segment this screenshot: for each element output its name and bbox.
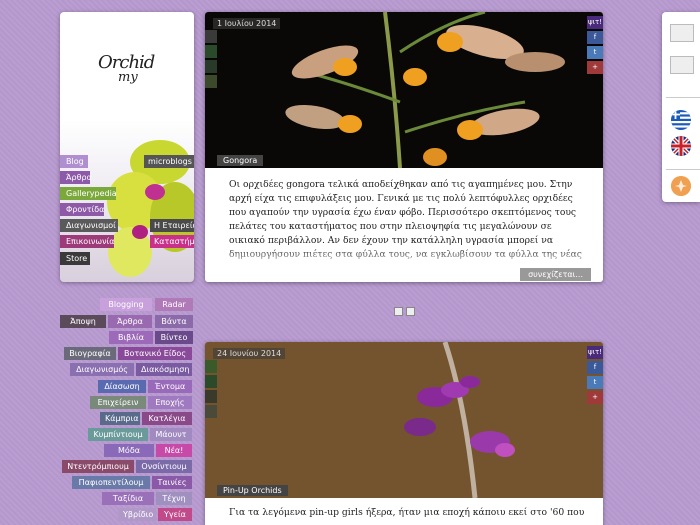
tag-link[interactable]: Τέχνη	[156, 492, 192, 505]
post-side-tabs	[205, 30, 217, 90]
nav-item[interactable]: Φροντίδα	[60, 203, 104, 216]
side-tab[interactable]	[205, 360, 217, 373]
tag-link[interactable]: Ονσίντιουμ	[136, 460, 192, 473]
twitter-icon[interactable]: t	[587, 376, 603, 389]
tag-link[interactable]: Κατλέγια	[142, 412, 192, 425]
side-tab[interactable]	[205, 405, 217, 418]
tag-link[interactable]: Διακόσμηση	[136, 363, 192, 376]
nav-item[interactable]: Άρθρα	[60, 171, 92, 184]
share-button[interactable]: ψιτ!	[587, 16, 603, 29]
post-image-pinup-orchids[interactable]	[205, 342, 603, 498]
tag-link[interactable]: Μάουντ	[150, 428, 192, 441]
post-date: 24 Ιουνίου 2014	[213, 348, 286, 359]
blog-post-card: 24 Ιουνίου 2014 ψιτ! f t + Pin-Up Orchid…	[205, 342, 603, 525]
share-button[interactable]: ψιτ!	[587, 346, 603, 359]
orchid-icon[interactable]	[671, 176, 691, 196]
tag-link[interactable]: Διαγωνισμός	[70, 363, 134, 376]
tag-link[interactable]: Νέα!	[156, 444, 192, 457]
tag-link[interactable]: Εποχής	[148, 396, 192, 409]
nav-item[interactable]: Επικοινωνία	[60, 235, 115, 248]
post-image-gongora[interactable]	[205, 12, 603, 168]
divider	[666, 169, 700, 170]
google-plus-icon[interactable]: +	[587, 61, 603, 74]
nav-item[interactable]: Store	[60, 252, 90, 265]
tag-link[interactable]: Βοτανικό Είδος	[118, 347, 192, 360]
tag-link[interactable]: Ταινίες	[152, 476, 192, 489]
blog-post-card: 1 Ιουλίου 2014 ψιτ! f t + Gongora Οι ορχ…	[205, 12, 603, 282]
google-plus-icon[interactable]: +	[587, 391, 603, 404]
side-tab[interactable]	[205, 375, 217, 388]
tag-link[interactable]: Έντομα	[148, 380, 192, 393]
post-title[interactable]: Pin-Up Orchids	[217, 485, 288, 496]
facebook-icon[interactable]: f	[587, 361, 603, 374]
post-date: 1 Ιουλίου 2014	[213, 18, 281, 29]
tag-link[interactable]: Κυμπίντιουμ	[88, 428, 148, 441]
tag-link[interactable]: Υγεία	[158, 508, 192, 521]
uk-flag-icon[interactable]	[671, 136, 691, 156]
facebook-icon[interactable]: f	[587, 31, 603, 44]
tag-link[interactable]: Radar	[155, 298, 193, 311]
tag-link[interactable]: Άποψη	[60, 315, 106, 328]
nav-item[interactable]: microblogs	[144, 155, 194, 168]
nav-item[interactable]: Blog	[60, 155, 88, 168]
nav-item[interactable]: Η Εταιρεία	[150, 219, 194, 232]
side-widget	[662, 12, 700, 202]
side-tab[interactable]	[205, 30, 217, 43]
tag-link[interactable]: Άρθρα	[108, 315, 152, 328]
read-more-button[interactable]: συνεχίζεται...	[520, 268, 591, 281]
broken-image-icon	[406, 307, 415, 316]
share-buttons: ψιτ! f t +	[587, 16, 603, 76]
side-tab[interactable]	[205, 75, 217, 88]
tag-link[interactable]: Ντεντρόμπιουμ	[62, 460, 134, 473]
post-side-tabs	[205, 360, 217, 420]
brand-panel: Orchid my Blog Άρθρα Gallerypedia Φροντίδα Δ…	[60, 12, 194, 282]
logo-text-sub: my	[118, 70, 138, 85]
tag-link[interactable]: Βιβλία	[109, 331, 153, 344]
tag-link[interactable]: Βάντα	[155, 315, 193, 328]
nav-item[interactable]: Καταστήματα	[150, 235, 194, 248]
greek-flag-icon[interactable]	[671, 110, 691, 130]
tag-link[interactable]: Μόδα	[104, 444, 154, 457]
nav-item[interactable]: Διαγωνισμοί	[60, 219, 118, 232]
tag-link[interactable]: Υβρίδιο	[118, 508, 156, 521]
side-tab[interactable]	[205, 45, 217, 58]
share-buttons: ψιτ! f t +	[587, 346, 603, 406]
side-tab[interactable]	[205, 390, 217, 403]
widget-box-icon[interactable]	[670, 56, 694, 74]
tag-link[interactable]: Blogging	[100, 298, 152, 311]
post-title[interactable]: Gongora	[217, 155, 264, 166]
tag-link[interactable]: Βιογραφία	[64, 347, 116, 360]
post-excerpt: Για τα λεγόμενα pin-up girls ήξερα, ήταν…	[229, 507, 585, 518]
side-tab[interactable]	[205, 60, 217, 73]
tag-link[interactable]: Παφιοπεντίλουμ	[72, 476, 150, 489]
widget-box-icon[interactable]	[670, 24, 694, 42]
nav-item[interactable]: Gallerypedia	[60, 187, 117, 200]
divider	[666, 97, 700, 98]
text-fade	[221, 248, 587, 268]
tag-link[interactable]: Δίασωση	[98, 380, 146, 393]
site-logo[interactable]: Orchid my	[98, 52, 168, 102]
twitter-icon[interactable]: t	[587, 46, 603, 59]
broken-image-icon	[394, 307, 403, 316]
tag-link[interactable]: Ταξίδια	[102, 492, 154, 505]
tag-link[interactable]: Βίντεο	[155, 331, 193, 344]
tag-link[interactable]: Κάμπρια	[100, 412, 140, 425]
tag-link[interactable]: Επιχείρειν	[90, 396, 146, 409]
